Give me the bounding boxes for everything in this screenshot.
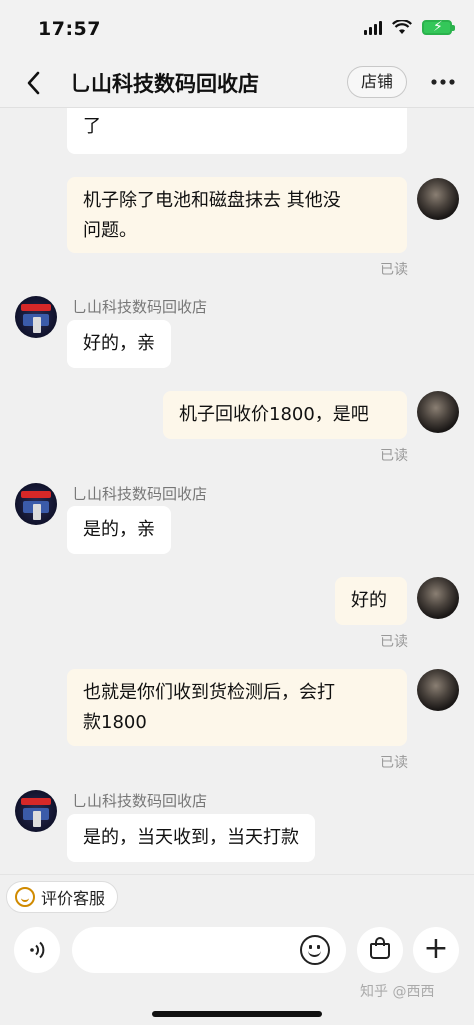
message-bubble[interactable]: 好的 bbox=[335, 577, 407, 625]
voice-button[interactable] bbox=[14, 927, 60, 973]
emoji-icon[interactable] bbox=[300, 935, 330, 965]
smile-icon bbox=[15, 887, 35, 907]
message-text: 是的，亲 bbox=[83, 519, 155, 540]
plus-icon: + bbox=[423, 931, 449, 966]
message-bubble[interactable]: 机子除了电池和磁盘抹去 其他没 问题。 bbox=[67, 177, 407, 253]
read-status: 已读 bbox=[380, 262, 408, 278]
page-title: 乚山科技数码回收店 bbox=[70, 72, 259, 96]
message-bubble[interactable]: 了 bbox=[67, 108, 407, 154]
message-text-line: 款1800 bbox=[83, 712, 147, 733]
chat-header: 乚山科技数码回收店 店铺 bbox=[0, 58, 474, 108]
input-bar: 评价客服 + 知乎 @西西 bbox=[0, 874, 474, 1025]
more-button[interactable] bbox=[430, 64, 456, 92]
read-status: 已读 bbox=[380, 755, 408, 771]
shop-avatar[interactable] bbox=[15, 483, 57, 525]
message-bubble[interactable]: 也就是你们收到货检测后，会打 款1800 bbox=[67, 669, 407, 746]
home-indicator bbox=[152, 1011, 322, 1017]
status-time: 17:57 bbox=[38, 18, 101, 40]
battery-icon: ⚡ bbox=[422, 19, 455, 35]
more-icon bbox=[431, 79, 455, 85]
message-list[interactable]: 了 机子除了电池和磁盘抹去 其他没 问题。 已读 乚山科技数码回收店 好的，亲 … bbox=[0, 108, 474, 874]
sender-name: 乚山科技数码回收店 bbox=[72, 298, 208, 316]
message-text: 好的 bbox=[351, 590, 387, 611]
message-bubble[interactable]: 是的，当天收到，当天打款 bbox=[67, 814, 315, 862]
plus-button[interactable]: + bbox=[413, 927, 459, 973]
sender-name: 乚山科技数码回收店 bbox=[72, 485, 208, 503]
message-text: 好的，亲 bbox=[83, 333, 155, 354]
shop-button[interactable]: 店铺 bbox=[347, 66, 407, 98]
message-text-line: 问题。 bbox=[83, 220, 137, 241]
user-avatar[interactable] bbox=[417, 178, 459, 220]
message-text: 是的，当天收到，当天打款 bbox=[83, 827, 299, 848]
back-button[interactable] bbox=[18, 66, 48, 100]
wifi-icon bbox=[392, 20, 412, 34]
user-avatar[interactable] bbox=[417, 669, 459, 711]
user-avatar[interactable] bbox=[417, 577, 459, 619]
read-status: 已读 bbox=[380, 634, 408, 650]
message-bubble[interactable]: 是的，亲 bbox=[67, 506, 171, 554]
shop-avatar[interactable] bbox=[15, 296, 57, 338]
shopping-bag-button[interactable] bbox=[357, 927, 403, 973]
watermark: 知乎 @西西 bbox=[360, 984, 435, 1000]
read-status: 已读 bbox=[380, 448, 408, 464]
message-bubble[interactable]: 机子回收价1800，是吧 bbox=[163, 391, 407, 439]
message-text-line: 也就是你们收到货检测后，会打 bbox=[83, 682, 335, 703]
rate-service-button[interactable]: 评价客服 bbox=[6, 881, 119, 913]
signal-icon bbox=[364, 20, 382, 35]
message-text-line: 机子除了电池和磁盘抹去 其他没 bbox=[83, 190, 341, 211]
status-icons: ⚡ bbox=[364, 19, 455, 35]
message-text: 机子回收价1800，是吧 bbox=[179, 404, 369, 425]
shop-avatar[interactable] bbox=[15, 790, 57, 832]
message-bubble[interactable]: 好的，亲 bbox=[67, 320, 171, 368]
rate-service-label: 评价客服 bbox=[41, 889, 106, 908]
chevron-left-icon bbox=[27, 71, 40, 95]
status-bar: 17:57 ⚡ bbox=[0, 0, 474, 58]
message-text: 了 bbox=[83, 116, 101, 137]
sender-name: 乚山科技数码回收店 bbox=[72, 792, 208, 810]
user-avatar[interactable] bbox=[417, 391, 459, 433]
voice-icon bbox=[30, 941, 45, 959]
